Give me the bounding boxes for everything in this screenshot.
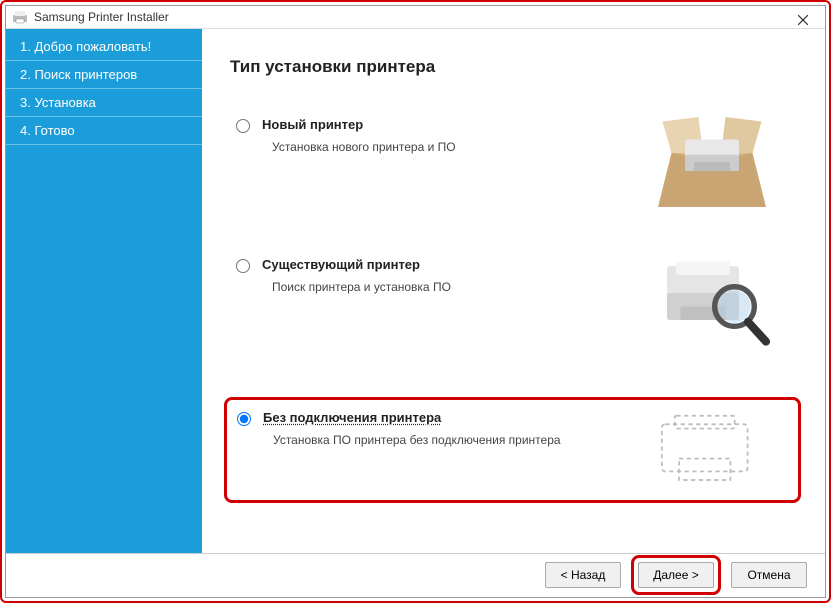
option-label: Новый принтер [262,117,615,132]
sidebar-item-done: 4. Готово [6,117,202,145]
installer-window: Samsung Printer Installer 1. Добро пожал… [5,5,826,598]
sidebar-item-welcome: 1. Добро пожаловать! [6,33,202,61]
close-button[interactable] [780,6,825,34]
window-title: Samsung Printer Installer [34,10,169,24]
option-desc: Установка ПО принтера без подключения пр… [273,433,612,447]
sidebar-item-install: 3. Установка [6,89,202,117]
radio-new-printer[interactable] [236,119,250,133]
radio-existing-printer[interactable] [236,259,250,273]
printer-outline-icon [624,410,794,490]
option-label: Существующий принтер [262,257,615,272]
option-desc: Установка нового принтера и ПО [272,140,615,154]
footer: < Назад Далее > Отмена [6,553,825,597]
option-existing-printer[interactable]: Существующий принтер Поиск принтера и ус… [230,257,797,347]
printer-box-icon [627,117,797,207]
printer-search-icon [627,257,797,347]
page-heading: Тип установки принтера [230,57,797,77]
radio-no-connection[interactable] [237,412,251,426]
back-button[interactable]: < Назад [545,562,621,588]
sidebar: 1. Добро пожаловать! 2. Поиск принтеров … [6,29,202,553]
next-button[interactable]: Далее > [638,562,714,588]
cancel-button[interactable]: Отмена [731,562,807,588]
option-desc: Поиск принтера и установка ПО [272,280,615,294]
option-label: Без подключения принтера [263,410,612,425]
main-content: Тип установки принтера Новый принтер Уст… [202,29,825,553]
titlebar: Samsung Printer Installer [6,6,825,29]
option-new-printer[interactable]: Новый принтер Установка нового принтера … [230,117,797,207]
next-button-highlight: Далее > [631,555,721,595]
option-no-connection[interactable]: Без подключения принтера Установка ПО пр… [224,397,801,503]
app-icon [12,9,28,25]
sidebar-item-search: 2. Поиск принтеров [6,61,202,89]
